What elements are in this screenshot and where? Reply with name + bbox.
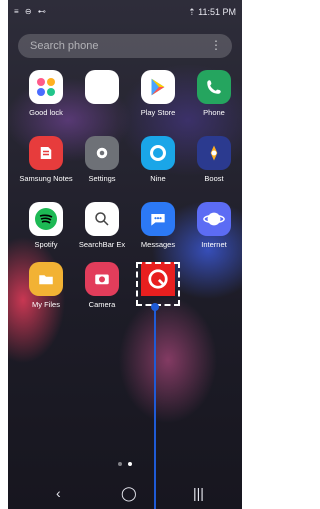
app-blank[interactable] xyxy=(74,70,130,108)
app-my-files[interactable]: My Files xyxy=(18,262,74,309)
status-left-icons: ≡ ⊖ ⊷ xyxy=(14,7,48,16)
app-label: Camera xyxy=(88,300,116,309)
app-samsung-notes[interactable]: Samsung Notes xyxy=(18,136,74,183)
app-label: My Files xyxy=(32,300,60,309)
messages-icon xyxy=(141,202,175,236)
app-settings[interactable]: Settings xyxy=(74,136,130,183)
app-label: Messages xyxy=(140,240,176,249)
navigation-bar: ‹ ◯ ||| xyxy=(8,480,242,509)
selection-box xyxy=(136,262,180,306)
app-internet[interactable]: Internet xyxy=(186,202,242,249)
app-boost[interactable]: Boost xyxy=(186,136,242,183)
internet-icon xyxy=(197,202,231,236)
camera-icon xyxy=(85,262,119,296)
app-phone[interactable]: Phone xyxy=(186,70,242,117)
my-files-icon xyxy=(29,262,63,296)
app-camera[interactable]: Camera xyxy=(74,262,130,309)
status-right-text: ⇡ 11:51 PM xyxy=(188,7,236,17)
app-searchbar-ex[interactable]: SearchBar Ex xyxy=(74,202,130,249)
app-messages[interactable]: Messages xyxy=(130,202,186,249)
settings-icon xyxy=(85,136,119,170)
page-dot-active xyxy=(128,462,132,466)
play-store-icon xyxy=(141,70,175,104)
back-button[interactable]: ‹ xyxy=(56,485,61,501)
page-dot xyxy=(118,462,122,466)
app-label: Spotify xyxy=(34,240,58,249)
app-play-store[interactable]: Play Store xyxy=(130,70,186,117)
app-label: Phone xyxy=(203,108,225,117)
nine-icon xyxy=(141,136,175,170)
search-placeholder: Search phone xyxy=(30,40,99,52)
recents-button[interactable]: ||| xyxy=(193,485,204,501)
app-spotify[interactable]: Spotify xyxy=(18,202,74,249)
blank-app-icon xyxy=(85,70,119,104)
home-button[interactable]: ◯ xyxy=(121,485,137,502)
app-label: Good lock xyxy=(29,108,63,117)
app-nine[interactable]: Nine xyxy=(130,136,186,183)
app-label: SearchBar Ex xyxy=(78,240,126,249)
phone-screen: ≡ ⊖ ⊷ ⇡ 11:51 PM Search phone ⋮ Good loc… xyxy=(8,0,242,509)
more-options-icon[interactable]: ⋮ xyxy=(210,38,222,52)
spotify-icon xyxy=(29,202,63,236)
samsung-notes-icon xyxy=(29,136,63,170)
good-lock-icon xyxy=(29,70,63,104)
searchbar-icon xyxy=(85,202,119,236)
drag-guide-line xyxy=(154,308,156,509)
page-indicator xyxy=(118,462,138,468)
app-label: Play Store xyxy=(140,108,176,117)
boost-icon xyxy=(197,136,231,170)
app-label: Settings xyxy=(88,174,116,183)
app-label: Samsung Notes xyxy=(19,174,73,183)
search-bar[interactable]: Search phone ⋮ xyxy=(18,34,232,58)
app-label: Nine xyxy=(150,174,166,183)
app-label: Internet xyxy=(201,240,227,249)
app-label: Boost xyxy=(204,174,224,183)
app-good-lock[interactable]: Good lock xyxy=(18,70,74,117)
status-bar: ≡ ⊖ ⊷ ⇡ 11:51 PM xyxy=(8,0,242,24)
phone-icon xyxy=(197,70,231,104)
